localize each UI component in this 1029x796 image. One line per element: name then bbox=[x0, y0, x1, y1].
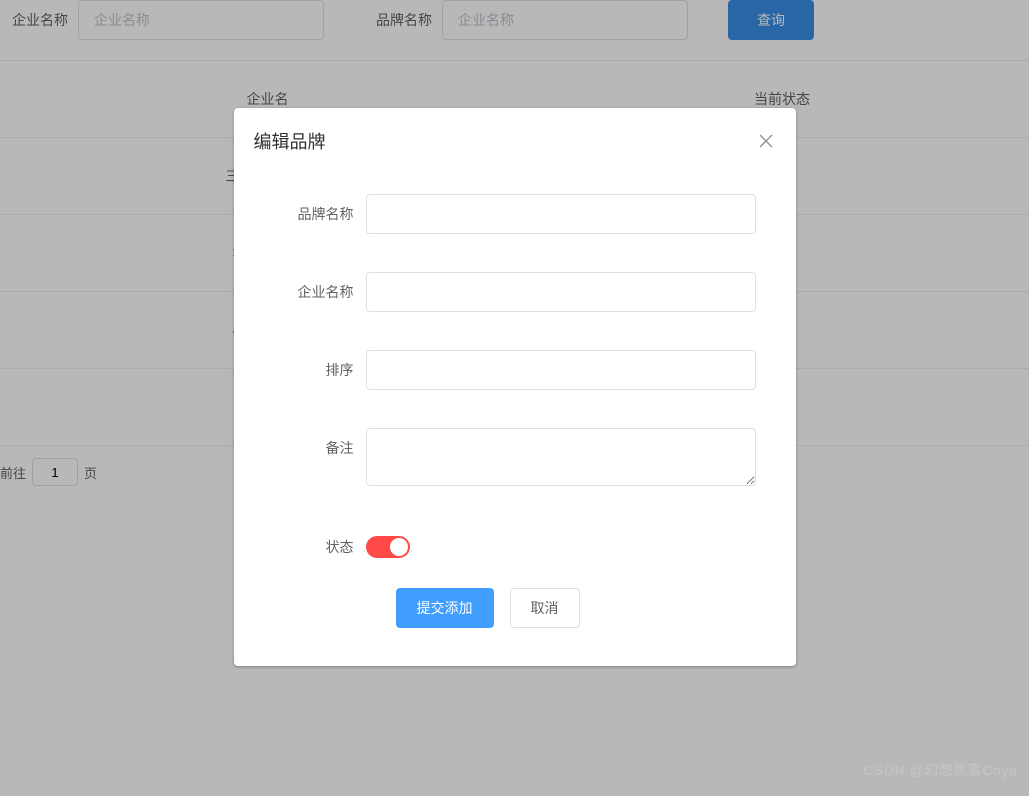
form-row-sort: 排序 bbox=[264, 350, 756, 390]
brand-name-input[interactable] bbox=[366, 194, 756, 234]
cancel-button[interactable]: 取消 bbox=[510, 588, 580, 628]
company-name-input[interactable] bbox=[366, 272, 756, 312]
form-row-remark: 备注 bbox=[264, 428, 756, 489]
close-icon[interactable] bbox=[756, 131, 776, 151]
remark-textarea[interactable] bbox=[366, 428, 756, 486]
remark-label: 备注 bbox=[264, 428, 354, 458]
form-row-company: 企业名称 bbox=[264, 272, 756, 312]
watermark: CSDN @幻想黑客Coya bbox=[864, 760, 1017, 780]
form-row-status: 状态 bbox=[264, 527, 756, 558]
submit-button[interactable]: 提交添加 bbox=[396, 588, 494, 628]
company-label: 企业名称 bbox=[264, 272, 354, 302]
status-switch[interactable] bbox=[366, 536, 410, 558]
dialog-body: 品牌名称 企业名称 排序 备注 状态 提交添加 取消 bbox=[234, 164, 796, 638]
sort-input[interactable] bbox=[366, 350, 756, 390]
status-label: 状态 bbox=[264, 527, 354, 557]
dialog-header: 编辑品牌 bbox=[234, 108, 796, 164]
sort-label: 排序 bbox=[264, 350, 354, 380]
edit-brand-dialog: 编辑品牌 品牌名称 企业名称 排序 备注 状态 提交添加 bbox=[234, 108, 796, 666]
form-row-brand: 品牌名称 bbox=[264, 194, 756, 234]
brand-label: 品牌名称 bbox=[264, 194, 354, 224]
dialog-title: 编辑品牌 bbox=[254, 128, 326, 154]
dialog-footer: 提交添加 取消 bbox=[264, 588, 756, 628]
